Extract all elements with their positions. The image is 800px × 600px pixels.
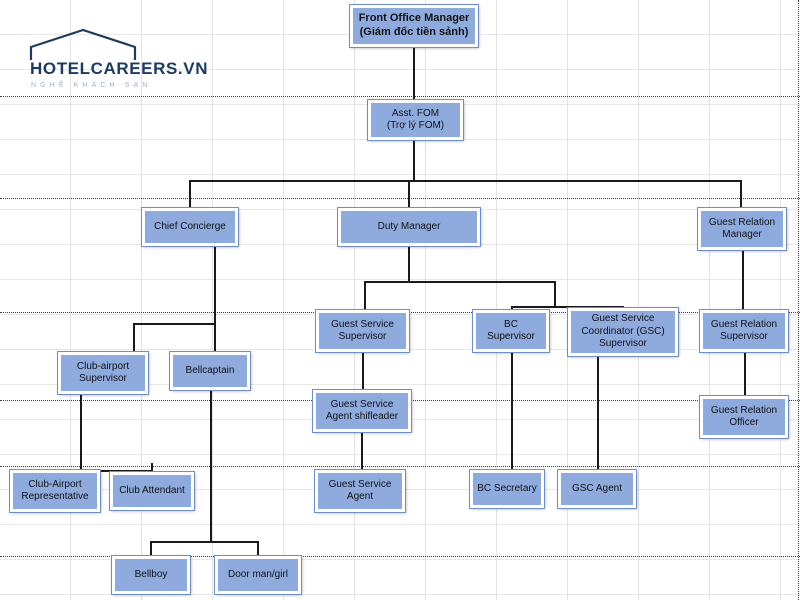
org-node-bellboy[interactable]: Bellboy (111, 555, 191, 595)
org-node-label: Guest Relation Officer (710, 404, 778, 429)
org-node-gr_officer[interactable]: Guest Relation Officer (699, 395, 789, 439)
org-node-label: Front Office Manager (Giám đốc tiền sảnh… (358, 12, 470, 38)
org-node-chief_concierge[interactable]: Chief Concierge (141, 207, 239, 247)
org-node-duty_manager[interactable]: Duty Manager (337, 207, 481, 247)
gs-shifleader-drop (361, 432, 363, 472)
bellcaptain-bus (150, 541, 258, 543)
concierge-bus (133, 323, 216, 325)
org-node-gs_supervisor[interactable]: Guest Service Supervisor (315, 309, 410, 353)
org-node-label: Asst. FOM (Trợ lý FOM) (386, 107, 445, 132)
asstfom-down-stub (413, 140, 415, 180)
org-node-gs_shifleader[interactable]: Guest Service Agent shifleader (312, 389, 412, 433)
org-node-bc_supervisor[interactable]: BC Supervisor (472, 309, 550, 353)
bus-drop-chief-concierge (189, 180, 191, 208)
duty-bus (364, 281, 556, 283)
duty-drop-gs-sup (364, 281, 366, 311)
bell-drop-bellboy (150, 541, 152, 557)
org-node-club_airport_rep[interactable]: Club-Airport Representative (9, 469, 101, 513)
org-node-label: Guest Service Agent (328, 478, 392, 503)
org-node-label: Guest Service Agent shifleader (325, 398, 399, 423)
clubair-drop-attendant (151, 463, 153, 472)
site-logo: HOTELCAREERS.VN NGHỀ KHÁCH SẠN (28, 28, 209, 89)
gsc-sup-drop (597, 356, 599, 472)
gr-manager-drop (742, 250, 744, 312)
bus-drop-gr-manager (740, 180, 742, 208)
org-node-label: Duty Manager (377, 220, 441, 232)
page-break-horizontal-4 (0, 466, 800, 467)
org-node-label: Club-Airport Representative (21, 478, 89, 503)
org-node-asst_fom[interactable]: Asst. FOM (Trợ lý FOM) (367, 99, 464, 141)
chief-concierge-drop (214, 246, 216, 353)
org-node-label: Chief Concierge (154, 220, 226, 232)
bellcaptain-drop (210, 390, 212, 542)
level3-bus (214, 180, 741, 182)
logo-tagline: NGHỀ KHÁCH SẠN (31, 82, 152, 89)
org-node-label: BC Secretary (477, 482, 537, 494)
org-node-label: Club-airport Supervisor (76, 360, 130, 385)
org-node-fom[interactable]: Front Office Manager (Giám đốc tiền sảnh… (349, 4, 479, 48)
org-chart-canvas: Front Office Manager (Giám đốc tiền sảnh… (0, 0, 800, 600)
duty-manager-drop (408, 246, 410, 282)
org-node-label: Bellboy (134, 568, 168, 580)
org-node-gs_agent[interactable]: Guest Service Agent (314, 469, 406, 513)
gs-sup-drop (362, 352, 364, 392)
org-node-label: Guest Relation Supervisor (710, 318, 778, 343)
org-node-bellcaptain[interactable]: Bellcaptain (169, 351, 251, 391)
org-node-gr_manager[interactable]: Guest Relation Manager (697, 207, 787, 251)
page-break-horizontal-1 (0, 198, 800, 199)
bell-drop-doorman (257, 541, 259, 557)
org-node-label: Bellcaptain (185, 364, 235, 376)
org-node-label: Guest Service Supervisor (331, 318, 394, 343)
org-node-label: GSC Agent (571, 482, 623, 494)
page-break-horizontal-0 (0, 96, 800, 97)
clubair-sup-drop (80, 394, 82, 472)
gr-supervisor-drop (744, 352, 746, 398)
logo-wordmark: HOTELCAREERS.VN (30, 59, 209, 78)
concierge-drop-clubair (133, 323, 135, 353)
org-node-gsc_supervisor[interactable]: Guest Service Coordinator (GSC) Supervis… (567, 307, 679, 357)
org-node-gr_supervisor[interactable]: Guest Relation Supervisor (699, 309, 789, 353)
org-node-label: Guest Service Coordinator (GSC) Supervis… (581, 313, 665, 350)
house-outline-icon (29, 28, 137, 60)
org-node-bc_secretary[interactable]: BC Secretary (469, 469, 545, 509)
page-break-vertical-0 (798, 0, 799, 600)
bus-drop-duty-manager (408, 180, 410, 208)
org-node-label: Guest Relation Manager (708, 216, 776, 241)
org-node-label: Door man/girl (227, 568, 289, 580)
org-node-gsc_agent[interactable]: GSC Agent (557, 469, 637, 509)
fom-to-asstfom-drop (413, 47, 415, 100)
org-node-label: BC Supervisor (487, 318, 535, 343)
org-node-door_man_girl[interactable]: Door man/girl (214, 555, 302, 595)
org-node-club_attendant[interactable]: Club Attendant (109, 471, 195, 511)
bc-sup-drop (511, 352, 513, 472)
org-node-label: Club Attendant (119, 484, 185, 496)
bus-left-corner (189, 180, 215, 182)
org-node-club_airport_sup[interactable]: Club-airport Supervisor (57, 351, 149, 395)
duty-drop-mid (554, 281, 556, 307)
